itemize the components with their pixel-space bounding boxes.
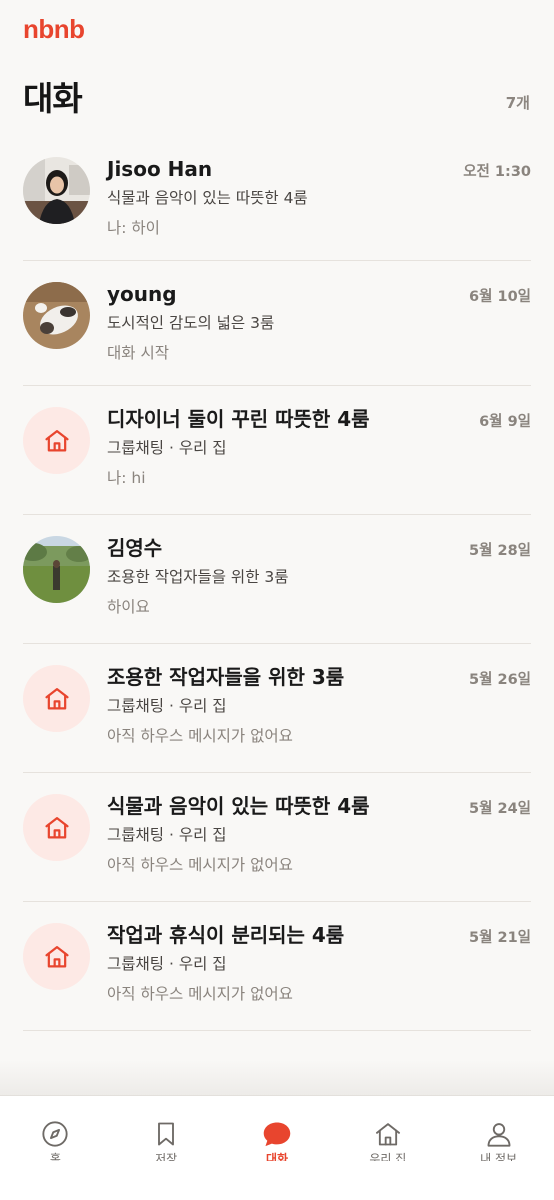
conversation-list: Jisoo Han 식물과 음악이 있는 따뜻한 4룸 나: 하이 오전 1:3… (23, 130, 531, 1031)
conversation-title: 조용한 작업자들을 위한 3룸 (107, 665, 345, 689)
person-icon (487, 1123, 511, 1147)
compass-icon (42, 1121, 68, 1147)
conversation-row[interactable]: 조용한 작업자들을 위한 3룸 그룹채팅 · 우리 집 아직 하우스 메시지가 … (23, 644, 531, 773)
page-title: 대화 (23, 79, 83, 118)
conversation-time: 오전 1:30 (463, 164, 531, 180)
conversation-subtitle: 식물과 음악이 있는 따뜻한 4룸 (107, 189, 308, 207)
conversation-subtitle: 그룹채팅 · 우리 집 (107, 955, 227, 973)
chat-bubble-icon (263, 1122, 291, 1147)
conversation-subtitle: 그룹채팅 · 우리 집 (107, 697, 227, 715)
conversation-title: 김영수 (107, 536, 163, 560)
conversation-time: 5월 26일 (469, 672, 531, 688)
avatar (23, 282, 90, 349)
conversation-row[interactable]: Jisoo Han 식물과 음악이 있는 따뜻한 4룸 나: 하이 오전 1:3… (23, 130, 531, 261)
house-icon (44, 945, 69, 967)
house-icon (44, 687, 69, 709)
conversation-row[interactable]: 작업과 휴식이 분리되는 4룸 그룹채팅 · 우리 집 아직 하우스 메시지가 … (23, 902, 531, 1031)
list-fade (0, 1060, 554, 1095)
house-icon (44, 816, 69, 838)
tab-my-info[interactable]: 내 정보 (443, 1096, 554, 1200)
group-avatar (23, 794, 90, 861)
conversation-last-message: 아직 하우스 메시지가 없어요 (107, 985, 293, 1003)
tab-saved[interactable]: 저장 (111, 1096, 222, 1200)
house-icon (375, 1123, 400, 1146)
conversation-last-message: 나: 하이 (107, 219, 160, 237)
conversation-subtitle: 조용한 작업자들을 위한 3룸 (107, 568, 289, 586)
house-icon (44, 429, 69, 451)
conversation-row[interactable]: 디자이너 둘이 꾸린 따뜻한 4룸 그룹채팅 · 우리 집 나: hi 6월 9… (23, 386, 531, 515)
conversation-title: 디자이너 둘이 꾸린 따뜻한 4룸 (107, 407, 370, 431)
tab-label: 우리 집 (369, 1152, 407, 1161)
bookmark-icon (158, 1122, 175, 1146)
conversation-last-message: 나: hi (107, 469, 146, 487)
conversation-subtitle: 그룹채팅 · 우리 집 (107, 826, 227, 844)
conversation-time: 6월 10일 (469, 289, 531, 305)
conversation-subtitle: 그룹채팅 · 우리 집 (107, 439, 227, 457)
conversation-subtitle: 도시적인 감도의 넓은 3룸 (107, 314, 275, 332)
tab-chat[interactable]: 대화 (222, 1096, 333, 1200)
conversation-time: 5월 28일 (469, 543, 531, 559)
group-avatar (23, 665, 90, 732)
tab-our-house[interactable]: 우리 집 (332, 1096, 443, 1200)
tab-label: 저장 (155, 1152, 178, 1161)
app-logo[interactable]: nbnb (23, 14, 85, 45)
bottom-tab-bar: 홈 저장 대화 우리 집 내 정보 (0, 1095, 554, 1200)
conversation-row[interactable]: young 도시적인 감도의 넓은 3룸 대화 시작 6월 10일 (23, 261, 531, 386)
conversation-title: 작업과 휴식이 분리되는 4룸 (107, 923, 345, 947)
tab-home[interactable]: 홈 (0, 1096, 111, 1200)
conversation-time: 5월 21일 (469, 930, 531, 946)
conversation-last-message: 아직 하우스 메시지가 없어요 (107, 727, 293, 745)
conversation-last-message: 하이요 (107, 598, 150, 616)
conversation-time: 6월 9일 (479, 414, 531, 430)
conversation-time: 5월 24일 (469, 801, 531, 817)
tab-label: 대화 (265, 1152, 289, 1161)
conversation-title: young (107, 282, 177, 306)
conversation-last-message: 아직 하우스 메시지가 없어요 (107, 856, 293, 874)
avatar (23, 536, 90, 603)
group-avatar (23, 407, 90, 474)
tab-label: 내 정보 (480, 1152, 518, 1161)
conversation-title: 식물과 음악이 있는 따뜻한 4룸 (107, 794, 370, 818)
conversation-count: 7개 (505, 94, 530, 112)
tab-label: 홈 (49, 1152, 61, 1161)
conversation-last-message: 대화 시작 (107, 344, 169, 362)
conversation-row[interactable]: 김영수 조용한 작업자들을 위한 3룸 하이요 5월 28일 (23, 515, 531, 644)
conversation-row[interactable]: 식물과 음악이 있는 따뜻한 4룸 그룹채팅 · 우리 집 아직 하우스 메시지… (23, 773, 531, 902)
avatar (23, 157, 90, 224)
group-avatar (23, 923, 90, 990)
